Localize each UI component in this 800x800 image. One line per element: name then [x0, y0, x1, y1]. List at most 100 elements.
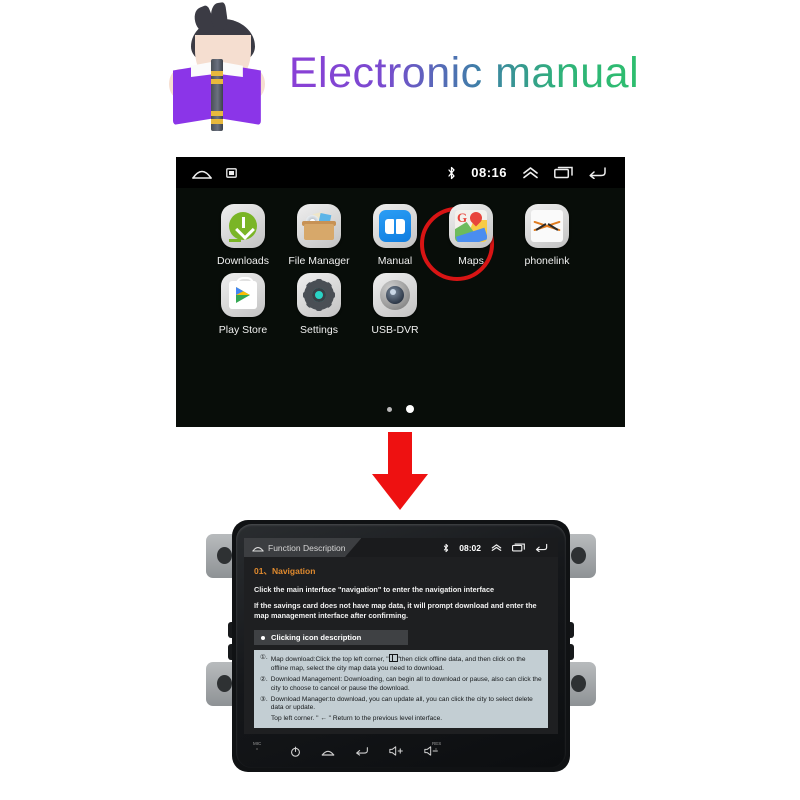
play-store-icon — [221, 273, 265, 317]
open-book-reader-icon — [161, 13, 273, 133]
back-icon[interactable] — [355, 746, 369, 756]
usb-dvr-lens-glint — [390, 289, 396, 295]
tab-label: Function Description — [268, 542, 346, 553]
phonelink-icon — [525, 204, 569, 248]
app-label: Downloads — [217, 255, 269, 267]
res-hole — [435, 748, 437, 750]
app-maps[interactable]: G Maps — [433, 204, 509, 267]
file-manager-icon — [297, 204, 341, 248]
bluetooth-icon — [443, 543, 449, 553]
app-usb-dvr[interactable]: USB-DVR — [357, 273, 433, 336]
phonelink-canvas — [531, 210, 563, 242]
android-home-screen: 08:16 Downloads File Manager Manual G Ma… — [176, 157, 625, 427]
subsection-bar: Clicking icon description — [254, 630, 408, 646]
logo-spine-band — [210, 119, 223, 124]
settings-gear-icon — [297, 273, 341, 317]
downloads-arrow-glyph — [229, 212, 257, 240]
app-label: Manual — [377, 255, 413, 267]
paragraph-2: If the savings card does not have map da… — [254, 600, 537, 620]
device-screen: Function Description 08:02 01、Navigation… — [244, 538, 558, 734]
volume-up-icon[interactable] — [389, 746, 404, 756]
list-item-number: ③. — [260, 695, 268, 703]
list-item-number: ①. — [260, 654, 268, 662]
status-bar: 08:16 — [176, 157, 625, 188]
home-icon[interactable] — [252, 544, 264, 552]
res-label: RES — [432, 741, 442, 746]
logo-spine-band — [210, 111, 223, 116]
app-settings[interactable]: Settings — [281, 273, 357, 336]
status-bar-left — [192, 166, 237, 179]
app-phonelink[interactable]: phonelink — [509, 204, 585, 267]
downloads-icon — [221, 204, 265, 248]
app-label: phonelink — [524, 255, 570, 267]
app-label: Settings — [300, 324, 338, 336]
recents-icon[interactable] — [512, 543, 525, 552]
app-downloads[interactable]: Downloads — [205, 204, 281, 267]
recents-icon[interactable] — [554, 166, 573, 179]
logo-spine-band — [210, 79, 223, 84]
app-row-1: Downloads File Manager Manual G Maps pho… — [176, 204, 625, 281]
app-label: USB-DVR — [371, 324, 419, 336]
power-icon[interactable] — [290, 746, 301, 757]
app-row-2: Play Store Settings USB-DVR — [176, 273, 625, 336]
manual-book-icon — [373, 204, 417, 248]
paragraph-1: Click the main interface "navigation" to… — [254, 585, 495, 594]
list-item-text: Map download:Click the top left corner, … — [270, 654, 526, 672]
usb-dvr-lens-glyph — [386, 286, 404, 304]
page-title: Electronic manual — [288, 48, 640, 97]
arrow-shaft — [388, 432, 412, 478]
maps-canvas: G — [455, 210, 487, 242]
device-status-bar-right: 08:02 — [443, 543, 548, 553]
usb-dvr-camera-icon — [373, 273, 417, 317]
offline-data-glyph-icon — [388, 654, 398, 663]
list-item-number: ②. — [260, 675, 268, 683]
bullet-dot-icon — [261, 635, 265, 640]
list-footer-text: Top left corner. " ← " Return to the pre… — [271, 715, 443, 723]
maps-icon: G — [449, 204, 493, 248]
home-icon[interactable] — [321, 747, 335, 756]
page-dot[interactable] — [387, 406, 392, 412]
page-indicator[interactable] — [176, 405, 625, 413]
subsection-label: Clicking icon description — [271, 633, 362, 643]
section-heading: 01、Navigation — [254, 566, 316, 576]
bluetooth-icon — [447, 166, 456, 180]
file-manager-box-glyph — [304, 224, 334, 240]
manual-open-book-glyph — [385, 218, 405, 234]
hardware-button-bar: MIC RES — [244, 740, 566, 762]
list-item: ②. Download Management: Downloading, can… — [260, 676, 542, 694]
downloads-baseline-glyph — [229, 239, 241, 242]
device-status-bar: Function Description 08:02 — [244, 538, 558, 557]
instruction-list: ①. Map download:Click the top left corne… — [254, 650, 548, 729]
arrow-head — [372, 474, 428, 510]
flow-arrow-down-icon — [372, 432, 428, 510]
manual-content: 01、Navigation Click the main interface "… — [244, 557, 558, 729]
mic-hole — [256, 748, 258, 750]
app-label: Maps — [458, 255, 484, 267]
phonelink-crossing-glyph — [533, 219, 561, 233]
app-grid: Downloads File Manager Manual G Maps pho… — [176, 188, 625, 427]
app-label: File Manager — [288, 255, 350, 267]
page-dot-active[interactable] — [406, 405, 414, 413]
settings-gear-body — [307, 283, 331, 307]
app-play-store[interactable]: Play Store — [205, 273, 281, 336]
screenshot-icon[interactable] — [226, 167, 237, 178]
logo-spine-band — [210, 71, 223, 76]
home-icon[interactable] — [192, 166, 212, 179]
chevron-up-icon[interactable] — [491, 543, 502, 552]
tab-function-description[interactable]: Function Description — [244, 538, 362, 557]
list-item-text: Download Management: Downloading, can be… — [270, 675, 542, 692]
status-bar-right: 08:16 — [447, 165, 607, 180]
list-item: ①. Map download:Click the top left corne… — [260, 654, 542, 674]
maps-g-letter: G — [457, 210, 468, 225]
app-manual[interactable]: Manual — [357, 204, 494, 281]
back-icon[interactable] — [588, 166, 607, 179]
back-icon[interactable] — [535, 543, 548, 552]
status-bar-clock: 08:16 — [471, 165, 507, 180]
device-clock: 08:02 — [459, 542, 481, 553]
app-label: Play Store — [218, 324, 268, 336]
car-head-unit-device: Function Description 08:02 01、Navigation… — [196, 512, 606, 777]
chevron-up-icon[interactable] — [522, 166, 539, 179]
mic-label: MIC — [253, 741, 262, 746]
app-file-manager[interactable]: File Manager — [281, 204, 357, 267]
manual-blue-tile — [379, 210, 411, 242]
